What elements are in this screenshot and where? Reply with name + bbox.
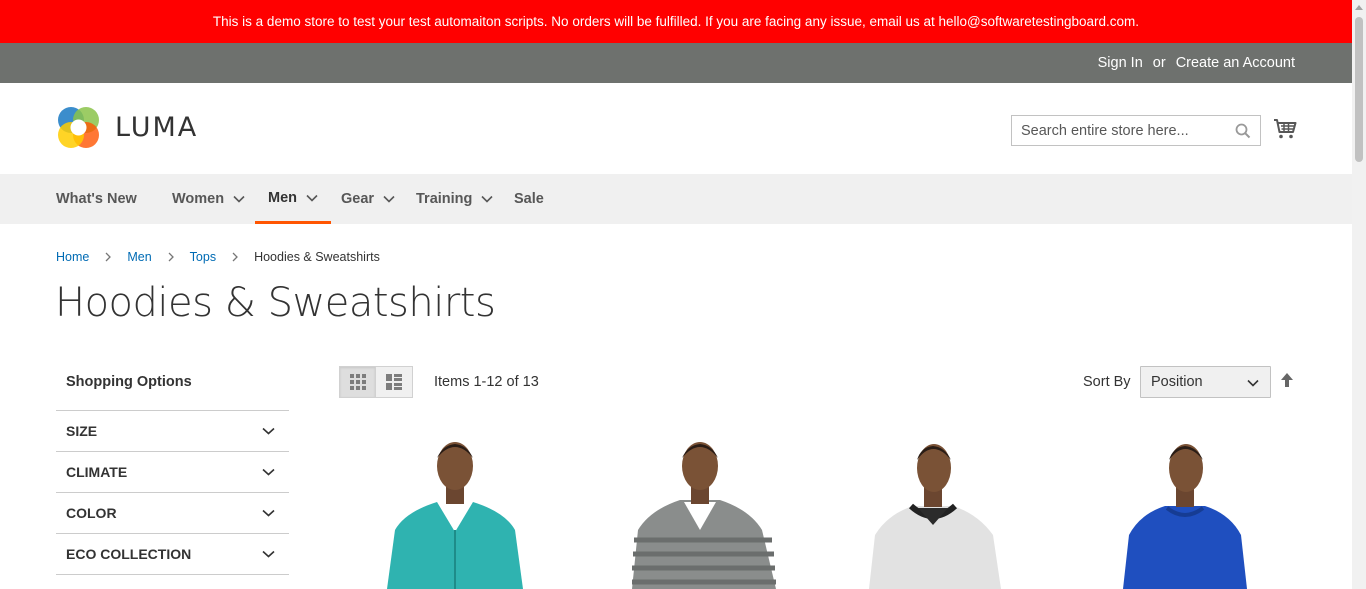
grid-view-button[interactable] (339, 366, 376, 398)
filter-title: Shopping Options (66, 374, 192, 390)
header-links: Sign In or Create an Account (1098, 43, 1295, 83)
nav-item-label: Men (268, 189, 297, 206)
list-view-button[interactable] (376, 366, 413, 398)
product-image (1085, 430, 1285, 589)
cart-icon[interactable] (1273, 117, 1297, 141)
chevron-right-icon (105, 252, 112, 262)
breadcrumb-current: Hoodies & Sweatshirts (254, 250, 380, 264)
breadcrumb-home[interactable]: Home (56, 250, 89, 264)
list-icon (386, 374, 402, 390)
chevron-down-icon (481, 195, 493, 203)
search-icon[interactable] (1235, 123, 1251, 139)
product-item[interactable] (833, 430, 1033, 589)
scrollbar-thumb[interactable] (1355, 17, 1363, 162)
main-navigation: What's New Women Men Gear Training Sale (0, 174, 1352, 224)
header-panel: Sign In or Create an Account (0, 43, 1352, 83)
chevron-down-icon (262, 509, 275, 517)
create-account-link[interactable]: Create an Account (1176, 55, 1295, 71)
logo[interactable]: LUMA (56, 105, 198, 150)
chevron-down-icon (262, 550, 275, 558)
chevron-right-icon (232, 252, 238, 262)
breadcrumb-men[interactable]: Men (127, 250, 151, 264)
logo-text: LUMA (115, 112, 199, 143)
search-box (1011, 115, 1261, 146)
filter-climate[interactable]: CLIMATE (56, 452, 289, 493)
chevron-down-icon (383, 195, 395, 203)
grid-icon (349, 374, 366, 390)
nav-item-gear[interactable]: Gear (341, 174, 395, 224)
breadcrumb: Home Men Tops Hoodies & Sweatshirts (56, 250, 380, 264)
filter-color[interactable]: COLOR (56, 493, 289, 534)
product-item[interactable] (600, 430, 800, 589)
nav-item-men[interactable]: Men (255, 174, 331, 224)
nav-item-label: Sale (514, 191, 544, 207)
chevron-down-icon (233, 195, 245, 203)
page-scrollbar[interactable] (1352, 0, 1366, 589)
filter-label: SIZE (66, 423, 98, 439)
nav-item-women[interactable]: Women (172, 174, 245, 224)
filter-eco-collection[interactable]: ECO COLLECTION (56, 534, 289, 575)
filter-size[interactable]: SIZE (56, 411, 289, 452)
chevron-right-icon (168, 252, 174, 262)
chevron-down-icon (306, 194, 318, 202)
sort-by-label: Sort By (1083, 374, 1131, 390)
nav-item-label: Training (416, 191, 473, 207)
filter-label: CLIMATE (66, 464, 128, 480)
product-image (600, 430, 800, 589)
product-image (355, 430, 555, 589)
chevron-down-icon (262, 468, 275, 476)
product-item[interactable] (1085, 430, 1285, 589)
nav-item-sale[interactable]: Sale (514, 174, 544, 224)
breadcrumb-tops[interactable]: Tops (190, 250, 216, 264)
scroll-up-arrow-icon[interactable] (1355, 4, 1363, 10)
luma-logo-icon (58, 107, 99, 148)
nav-item-label: What's New (56, 191, 137, 207)
chevron-down-icon (262, 427, 275, 435)
nav-item-label: Women (172, 191, 225, 207)
sort-direction-arrow-icon[interactable] (1280, 372, 1294, 388)
toolbar-amount: Items 1-12 of 13 (434, 374, 539, 390)
sort-by-value: Position (1151, 374, 1203, 390)
search-input[interactable] (1012, 122, 1222, 139)
nav-item-label: Gear (341, 191, 375, 207)
page-header: LUMA (0, 83, 1352, 174)
chevron-down-icon (1247, 379, 1259, 387)
view-mode-switcher (339, 366, 413, 398)
nav-item-training[interactable]: Training (416, 174, 493, 224)
product-item[interactable] (355, 430, 555, 589)
filter-list: SIZE CLIMATE COLOR ECO COLLECTION (56, 410, 289, 575)
demo-notice-bar: This is a demo store to test your test a… (0, 0, 1352, 43)
nav-item-whats-new[interactable]: What's New (56, 174, 137, 224)
or-text: or (1152, 55, 1166, 71)
filter-label: COLOR (66, 505, 117, 521)
filter-label: ECO COLLECTION (66, 546, 192, 562)
demo-notice-text: This is a demo store to test your test a… (212, 14, 1140, 29)
sign-in-link[interactable]: Sign In (1098, 55, 1143, 71)
page-title: Hoodies & Sweatshirts (55, 280, 496, 326)
product-image (833, 430, 1033, 589)
sort-by-select[interactable]: Position (1140, 366, 1271, 398)
